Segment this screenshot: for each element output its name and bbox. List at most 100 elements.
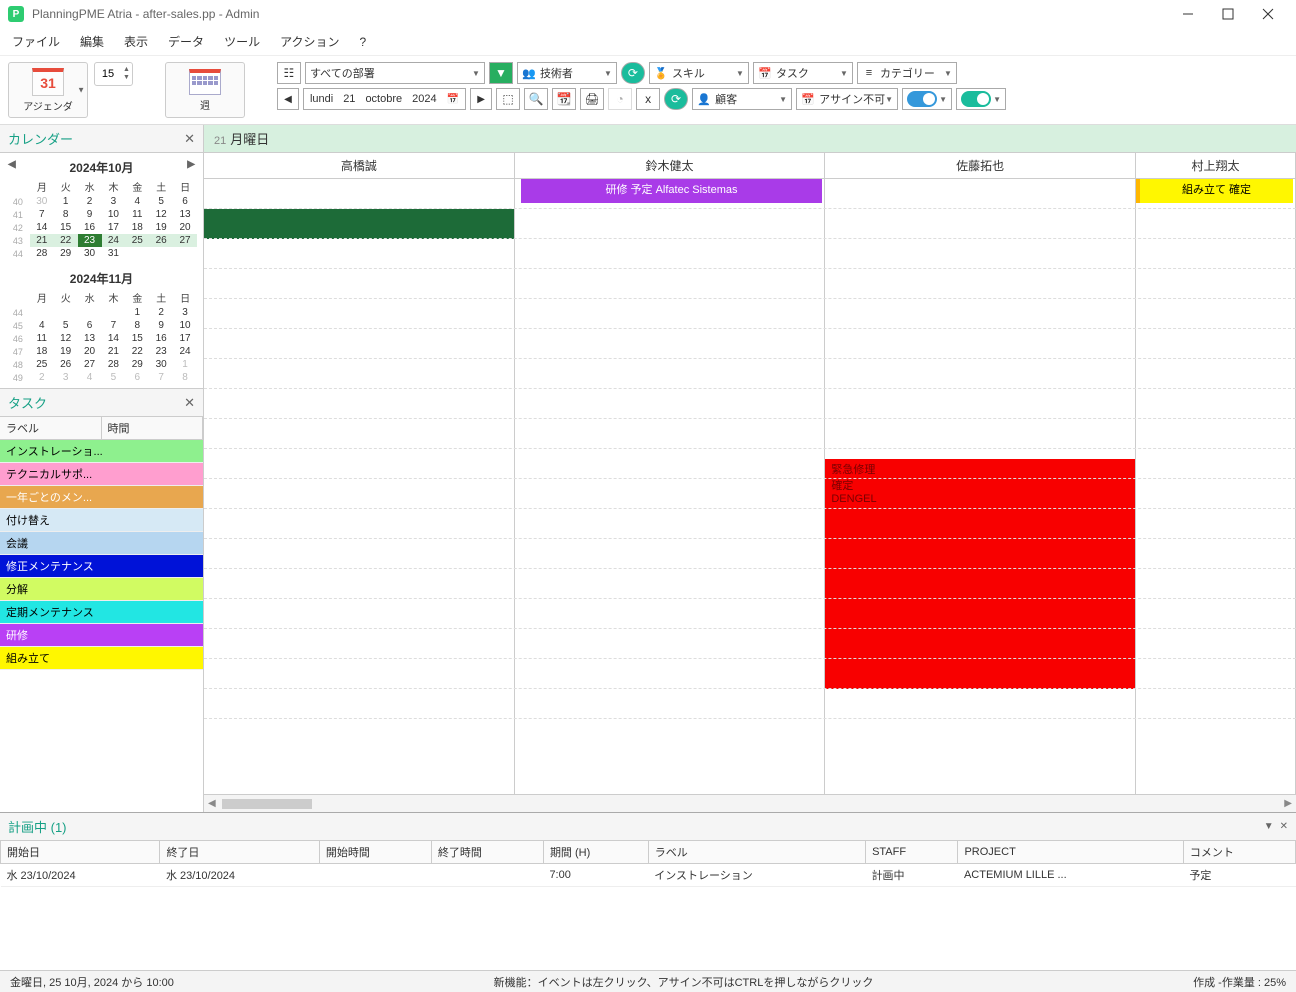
calendar-day[interactable]: 14 — [30, 221, 54, 234]
calendar-day[interactable] — [54, 306, 78, 319]
calendar-day[interactable]: 5 — [149, 195, 173, 208]
grid-col-2[interactable]: 研修 予定 Alfatec Sistemas — [515, 179, 826, 794]
export-excel-icon[interactable]: x — [636, 88, 660, 110]
task-item[interactable]: 定期メンテナンス — [0, 601, 203, 624]
calendar-day[interactable]: 14 — [102, 332, 126, 345]
schedule-grid[interactable]: 研修 予定 Alfatec Sistemas 緊急修理確定DENGEL 組み立て… — [204, 179, 1296, 794]
menu-file[interactable]: ファイル — [12, 33, 60, 50]
chevron-down-icon[interactable]: ▼ — [77, 86, 85, 95]
close-icon[interactable]: ✕ — [184, 395, 195, 411]
calendar-day[interactable]: 20 — [173, 221, 197, 234]
calendar-day[interactable]: 8 — [125, 319, 149, 332]
agenda-view-button[interactable]: 31 アジェンダ ▼ — [8, 62, 88, 118]
col-comment[interactable]: コメント — [1183, 841, 1295, 864]
calendar-day[interactable]: 27 — [173, 234, 197, 247]
calendar-day[interactable] — [173, 247, 197, 260]
resource-col-4[interactable]: 村上翔太 — [1136, 153, 1296, 178]
table-row[interactable]: 水 23/10/2024水 23/10/2024 7:00インストレーション 計… — [1, 864, 1296, 887]
col-staff[interactable]: STAFF — [866, 841, 958, 864]
calendar-day[interactable]: 13 — [173, 208, 197, 221]
menu-edit[interactable]: 編集 — [80, 33, 104, 50]
calendar-day[interactable]: 22 — [54, 234, 78, 247]
calendar-day[interactable]: 19 — [54, 345, 78, 358]
calendar-day[interactable]: 6 — [78, 319, 102, 332]
calendar-day[interactable]: 30 — [78, 247, 102, 260]
col-stime[interactable]: 開始時間 — [319, 841, 431, 864]
calendar-day[interactable]: 13 — [78, 332, 102, 345]
calendar-day[interactable]: 26 — [54, 358, 78, 371]
calendar-day[interactable]: 18 — [30, 345, 54, 358]
date-picker[interactable]: lundi 21 octobre 2024 📅 — [303, 88, 466, 110]
prev-month-icon[interactable]: ◀ — [8, 159, 16, 170]
calendar-day[interactable]: 24 — [102, 234, 126, 247]
next-date-button[interactable]: ▶ — [470, 88, 492, 110]
interval-value[interactable] — [95, 68, 121, 80]
calendar-day[interactable]: 28 — [102, 358, 126, 371]
event-assembly[interactable]: 組み立て 確定 — [1136, 179, 1293, 203]
calendar-day[interactable]: 17 — [102, 221, 126, 234]
calendar-small-icon[interactable]: 📅 — [447, 94, 459, 105]
event-green[interactable] — [204, 209, 514, 239]
grid-col-1[interactable] — [204, 179, 515, 794]
calendar-day[interactable]: 1 — [54, 195, 78, 208]
calendar-day[interactable]: 10 — [102, 208, 126, 221]
col-etime[interactable]: 終了時間 — [431, 841, 543, 864]
calendar-day[interactable]: 5 — [54, 319, 78, 332]
menu-action[interactable]: アクション — [280, 33, 339, 50]
calendar-day[interactable]: 1 — [173, 358, 197, 371]
menu-help[interactable]: ? — [359, 35, 366, 49]
interval-stepper[interactable]: ▲▼ — [94, 62, 133, 86]
resource-col-1[interactable]: 高橋誠 — [204, 153, 515, 178]
calendar-day[interactable]: 7 — [30, 208, 54, 221]
chevron-down-icon[interactable]: ▼ — [121, 74, 132, 82]
calendar-day[interactable] — [125, 247, 149, 260]
close-icon[interactable]: ✕ — [184, 131, 195, 147]
task-list[interactable]: インストレーショ...テクニカルサポ...一年ごとのメン...付け替え会議修正メ… — [0, 440, 203, 812]
planning-table[interactable]: 開始日 終了日 開始時間 終了時間 期間 (H) ラベル STAFF PROJE… — [0, 840, 1296, 887]
filter-icon[interactable]: ▼ — [489, 62, 513, 84]
task-item[interactable]: 会議 — [0, 532, 203, 555]
category-combo[interactable]: ≡カテゴリー▼ — [857, 62, 957, 84]
calendar-day[interactable]: 7 — [149, 371, 173, 384]
skill-combo[interactable]: 🏅スキル▼ — [649, 62, 749, 84]
col-label[interactable]: ラベル — [648, 841, 865, 864]
calendar-day[interactable]: 25 — [30, 358, 54, 371]
calendar-day[interactable]: 26 — [149, 234, 173, 247]
col-start[interactable]: 開始日 — [1, 841, 160, 864]
task-combo[interactable]: 📅タスク▼ — [753, 62, 853, 84]
calendar-day[interactable] — [102, 306, 126, 319]
grid-col-3[interactable]: 緊急修理確定DENGEL — [825, 179, 1136, 794]
calendar-day[interactable]: 2 — [30, 371, 54, 384]
task-item[interactable]: インストレーショ... — [0, 440, 203, 463]
resource-col-2[interactable]: 鈴木健太 — [515, 153, 826, 178]
calendar-day[interactable]: 5 — [102, 371, 126, 384]
week-view-button[interactable]: 週 — [165, 62, 245, 118]
select-icon[interactable]: ⬚ — [496, 88, 520, 110]
calendar-day[interactable]: 28 — [30, 247, 54, 260]
calendar-day[interactable]: 20 — [78, 345, 102, 358]
department-combo[interactable]: すべての部署▼ — [305, 62, 485, 84]
calendar-day[interactable]: 18 — [125, 221, 149, 234]
task-item[interactable]: 分解 — [0, 578, 203, 601]
grid-col-4[interactable]: 組み立て 確定 — [1136, 179, 1296, 794]
calendar-day[interactable]: 1 — [125, 306, 149, 319]
menu-data[interactable]: データ — [168, 33, 204, 50]
calendar-day[interactable]: 24 — [173, 345, 197, 358]
refresh-icon[interactable]: ⟳ — [621, 62, 645, 84]
prev-date-button[interactable]: ◀ — [277, 88, 299, 110]
unassigned-combo[interactable]: 📅アサイン不可▼ — [796, 88, 898, 110]
search-icon[interactable]: 🔍 — [524, 88, 548, 110]
chevron-up-icon[interactable]: ▲ — [121, 66, 132, 74]
toggle-icon[interactable] — [961, 91, 991, 107]
print-icon[interactable]: 🖨 — [580, 88, 604, 110]
calendar-day[interactable]: 3 — [102, 195, 126, 208]
task-item[interactable]: 修正メンテナンス — [0, 555, 203, 578]
mini-calendar-oct[interactable]: ◀2024年10月▶ 月火水木金土日4030123456417891011121… — [0, 153, 203, 264]
calendar-day[interactable]: 3 — [54, 371, 78, 384]
calendar-day[interactable]: 4 — [125, 195, 149, 208]
menu-tools[interactable]: ツール — [224, 33, 260, 50]
calendar-day[interactable]: 8 — [173, 371, 197, 384]
calendar-mark-icon[interactable]: 📆 — [552, 88, 576, 110]
event-urgent-repair[interactable]: 緊急修理確定DENGEL — [825, 459, 1135, 689]
next-month-icon[interactable]: ▶ — [187, 159, 195, 170]
